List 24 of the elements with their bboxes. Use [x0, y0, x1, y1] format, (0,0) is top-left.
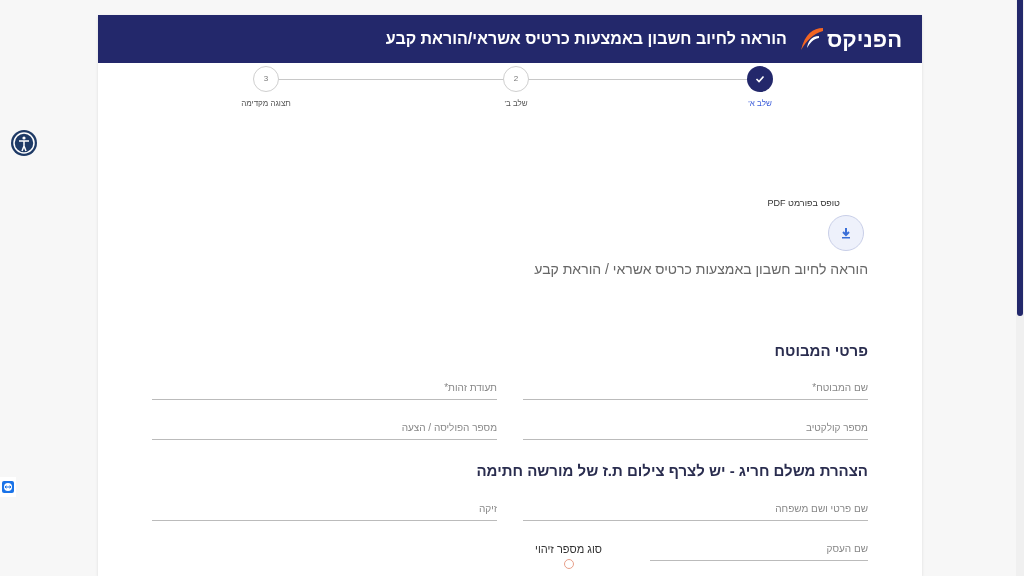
radio-button[interactable]	[563, 559, 574, 569]
section-heading: פרטי המבוטח	[773, 340, 868, 361]
input-field[interactable]: תעודת זהות*	[152, 376, 497, 400]
field-label: סוג מספר זיהוי	[535, 541, 602, 557]
step-label: תצוגה מקדימה	[240, 98, 292, 110]
input-field[interactable]: מספר קולקטיב	[523, 416, 868, 440]
step-label: שלב ב'	[503, 98, 529, 110]
input-field[interactable]: שם פרטי ושם משפחה	[523, 496, 868, 521]
remote-support-icon[interactable]	[0, 477, 16, 497]
step-label: שלב א'	[747, 98, 773, 110]
download-icon	[840, 226, 852, 239]
form-title: הוראה לחיוב חשבון באמצעות כרטיס אשראי / הוראת קבע	[534, 259, 868, 279]
input-field[interactable]: שם העסק	[650, 536, 868, 561]
input-field[interactable]: מספר הפוליסה / הצעה	[152, 416, 497, 440]
scrollbar[interactable]	[1016, 0, 1024, 576]
logo-text: הפניקס	[826, 25, 902, 54]
pdf-label: טופס בפורמט PDF	[767, 197, 840, 210]
accessibility-icon[interactable]	[11, 130, 37, 156]
input-field[interactable]: זיקה	[152, 496, 497, 521]
page-title: הוראה לחיוב חשבון באמצעות כרטיס אשראי/הוראת קבע	[385, 29, 787, 49]
download-button[interactable]	[828, 214, 864, 251]
check-icon	[755, 74, 765, 84]
input-field[interactable]: שם המבוטח*	[523, 376, 868, 400]
section-heading: הצהרת משלם חריג - יש לצרף צילום ת.ז של מורשה חתימה	[475, 461, 868, 481]
